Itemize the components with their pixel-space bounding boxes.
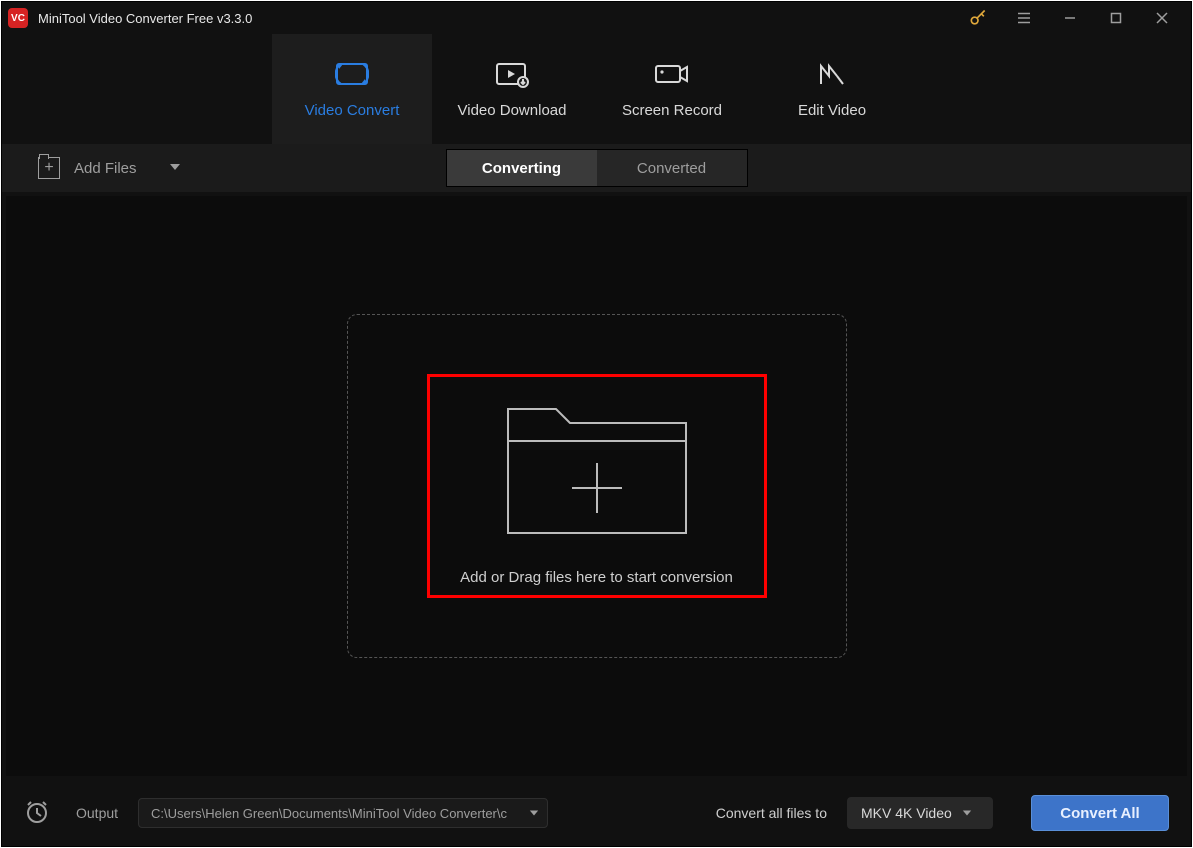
maximize-button[interactable] bbox=[1093, 2, 1139, 34]
output-path-text: C:\Users\Helen Green\Documents\MiniTool … bbox=[151, 806, 521, 821]
subtab-label: Converted bbox=[637, 160, 706, 177]
tab-video-download[interactable]: Video Download bbox=[432, 34, 592, 144]
output-label: Output bbox=[76, 805, 118, 821]
subtab-group: Converting Converted bbox=[446, 149, 748, 187]
minimize-button[interactable] bbox=[1047, 2, 1093, 34]
subtab-converted[interactable]: Converted bbox=[597, 150, 747, 186]
drop-zone-highlight[interactable]: Add or Drag files here to start conversi… bbox=[427, 374, 767, 598]
tab-label: Video Convert bbox=[305, 102, 400, 119]
content-area: Add or Drag files here to start conversi… bbox=[6, 196, 1187, 776]
folder-add-icon bbox=[502, 387, 692, 541]
app-title: MiniTool Video Converter Free v3.3.0 bbox=[38, 11, 252, 26]
add-files-button[interactable]: Add Files bbox=[18, 153, 191, 183]
output-format-value: MKV 4K Video bbox=[861, 805, 952, 821]
output-format-select[interactable]: MKV 4K Video bbox=[847, 797, 993, 829]
video-download-icon bbox=[495, 60, 529, 88]
app-window: VC MiniTool Video Converter Free v3.3.0 bbox=[1, 1, 1192, 847]
subtab-label: Converting bbox=[482, 160, 561, 177]
titlebar: VC MiniTool Video Converter Free v3.3.0 bbox=[2, 2, 1191, 34]
bottombar: Output C:\Users\Helen Green\Documents\Mi… bbox=[2, 780, 1191, 846]
toolbar: Add Files Converting Converted bbox=[2, 144, 1191, 192]
add-files-icon bbox=[38, 157, 60, 179]
convert-all-button-label: Convert All bbox=[1060, 805, 1139, 822]
tab-edit-video[interactable]: Edit Video bbox=[752, 34, 912, 144]
menu-icon[interactable] bbox=[1001, 2, 1047, 34]
edit-video-icon bbox=[817, 60, 847, 88]
add-files-label: Add Files bbox=[74, 160, 137, 177]
key-icon[interactable] bbox=[955, 2, 1001, 34]
tab-label: Screen Record bbox=[622, 102, 722, 119]
screen-record-icon bbox=[654, 60, 690, 88]
video-convert-icon bbox=[335, 60, 369, 88]
subtab-converting[interactable]: Converting bbox=[447, 150, 597, 186]
tab-label: Video Download bbox=[458, 102, 567, 119]
drop-zone-text: Add or Drag files here to start conversi… bbox=[460, 569, 733, 586]
chevron-down-icon[interactable] bbox=[169, 160, 181, 177]
history-icon[interactable] bbox=[24, 799, 50, 828]
output-path-select[interactable]: C:\Users\Helen Green\Documents\MiniTool … bbox=[138, 798, 548, 828]
app-logo-icon: VC bbox=[8, 8, 28, 28]
tab-screen-record[interactable]: Screen Record bbox=[592, 34, 752, 144]
convert-all-button[interactable]: Convert All bbox=[1031, 795, 1169, 831]
tab-video-convert[interactable]: Video Convert bbox=[272, 34, 432, 144]
drop-zone[interactable]: Add or Drag files here to start conversi… bbox=[347, 314, 847, 658]
main-tabs: Video Convert Video Download bbox=[2, 34, 1191, 144]
chevron-down-icon bbox=[529, 806, 539, 821]
window-controls bbox=[955, 2, 1185, 34]
tab-label: Edit Video bbox=[798, 102, 866, 119]
convert-all-label: Convert all files to bbox=[716, 805, 827, 821]
chevron-down-icon bbox=[962, 805, 972, 821]
close-button[interactable] bbox=[1139, 2, 1185, 34]
